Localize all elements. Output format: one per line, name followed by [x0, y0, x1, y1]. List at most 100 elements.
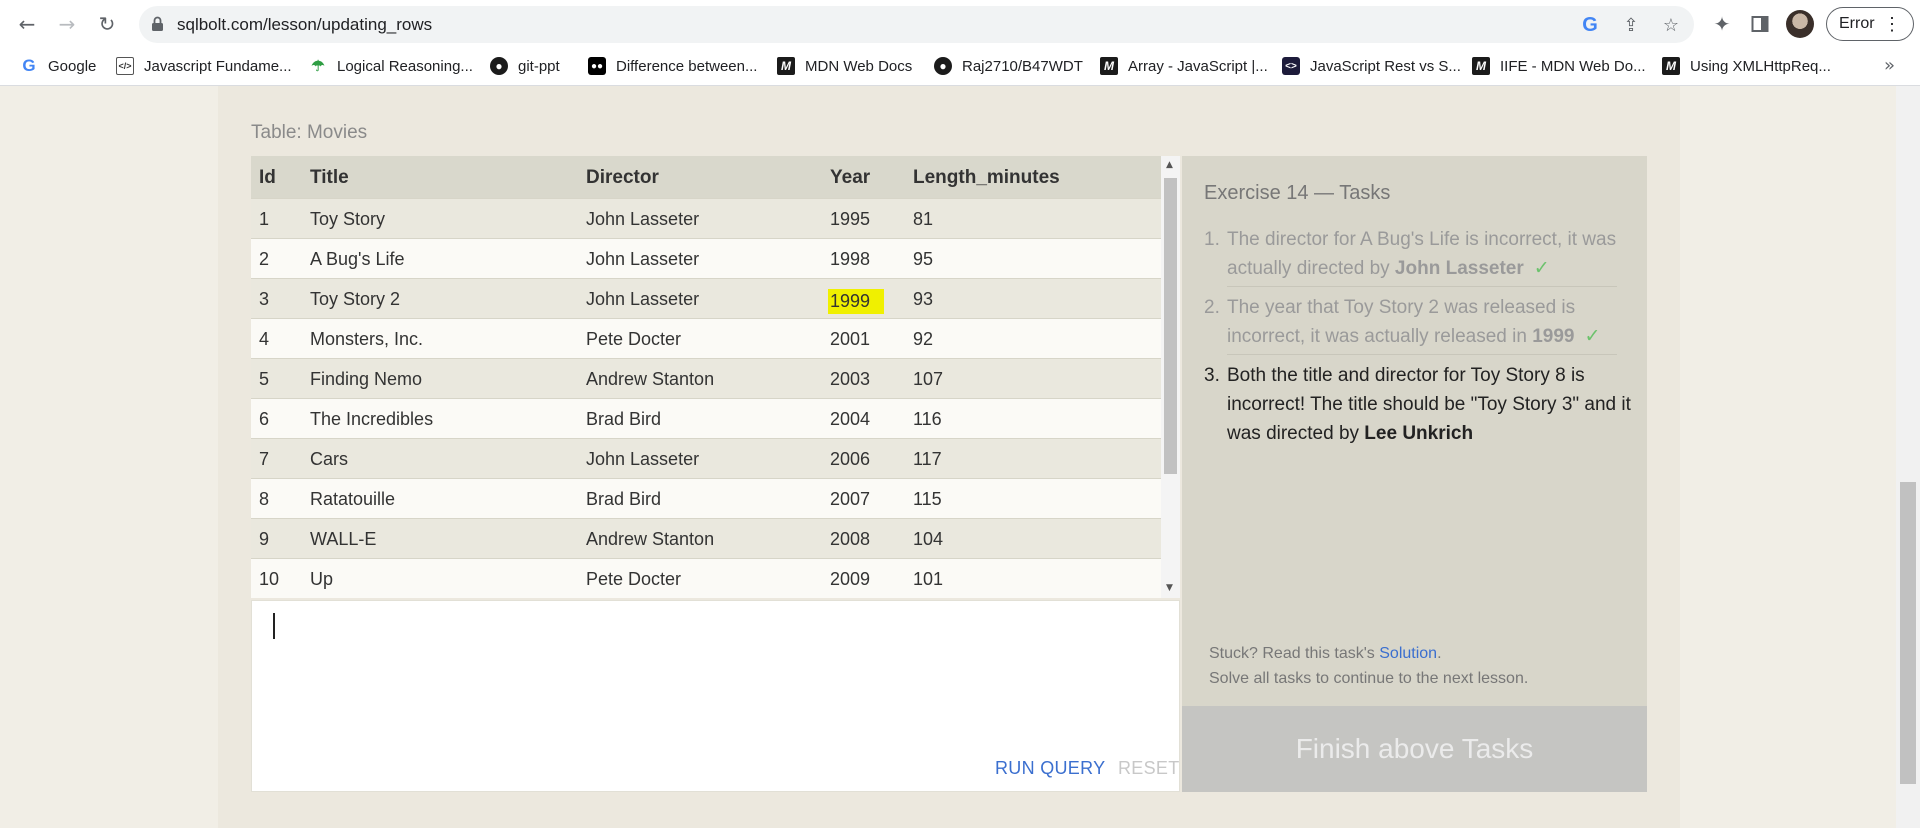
bookmark-mdn-web-docs[interactable]: M MDN Web Docs [777, 57, 912, 75]
bookmark-javascript-rest[interactable]: <> JavaScript Rest vs S... [1282, 57, 1461, 75]
share-icon[interactable]: ⇪ [1620, 14, 1642, 36]
bookmark-iife-mdn[interactable]: M IIFE - MDN Web Do... [1472, 57, 1646, 75]
cell-length: 117 [913, 449, 942, 469]
browser-toolbar: ← → ↻ sqlbolt.com/lesson/updating_rows G… [0, 0, 1920, 49]
cell-id: 9 [259, 529, 270, 549]
stuck-help: Stuck? Read this task's Solution. Solve … [1209, 641, 1528, 691]
table-row: 4 Monsters, Inc. Pete Docter 2001 92 [251, 318, 1161, 358]
column-header-year: Year [830, 167, 871, 188]
table-row: 3 Toy Story 2 John Lasseter 1999 93 [251, 278, 1161, 318]
bookmark-using-xmlhttprequest[interactable]: M Using XMLHttpReq... [1662, 57, 1831, 75]
task-answer: 1999 [1532, 326, 1575, 347]
bookmark-git-ppt[interactable]: ● git-ppt [490, 57, 560, 75]
task-number: 2. [1204, 297, 1220, 318]
check-icon: ✓ [1584, 326, 1601, 347]
address-bar[interactable]: sqlbolt.com/lesson/updating_rows G ⇪ ☆ [139, 6, 1694, 43]
cell-title: Monsters, Inc. [310, 329, 424, 349]
extensions-icon[interactable]: ✦ [1710, 12, 1734, 36]
movies-table: Id Title Director Year Length_minutes 1 … [251, 156, 1161, 598]
solve-note: Solve all tasks to continue to the next … [1209, 670, 1529, 687]
bookmark-array-javascript[interactable]: M Array - JavaScript |... [1100, 57, 1268, 75]
lock-icon[interactable] [151, 16, 164, 32]
cell-id: 10 [259, 569, 280, 589]
medium-icon: ●● [588, 57, 606, 75]
cell-length: 104 [913, 529, 944, 549]
cell-year: 2001 [830, 329, 871, 349]
side-panel-icon[interactable] [1748, 12, 1772, 36]
table-row: 7 Cars John Lasseter 2006 117 [251, 438, 1161, 478]
google-icon[interactable]: G [1579, 14, 1601, 36]
bookmark-difference-between[interactable]: ●● Difference between... [588, 57, 757, 75]
cell-id: 3 [259, 289, 270, 309]
bookmark-label: git-ppt [518, 57, 560, 75]
cell-title: Ratatouille [310, 489, 396, 509]
task-item-2: 2. The year that Toy Story 2 was release… [1204, 293, 1634, 351]
divider [1227, 354, 1617, 355]
cell-director: Pete Docter [586, 329, 682, 349]
scroll-down-arrow-icon[interactable]: ▼ [1166, 583, 1173, 593]
table-row: 6 The Incredibles Brad Bird 2004 116 [251, 398, 1161, 438]
cell-year: 1998 [830, 249, 871, 269]
bookmark-label: Google [48, 57, 97, 75]
page-scrollbar-thumb[interactable] [1900, 482, 1916, 784]
cell-director: Pete Docter [586, 569, 682, 589]
bookmark-label: MDN Web Docs [805, 57, 913, 75]
reload-icon[interactable]: ↻ [91, 8, 123, 40]
task-number: 3. [1204, 365, 1220, 386]
profile-error-button[interactable]: Error ⋮ [1826, 7, 1914, 41]
umbrella-icon: ☂ [311, 58, 325, 75]
solution-link[interactable]: Solution [1379, 645, 1437, 662]
cell-year: 2004 [830, 409, 871, 429]
cell-id: 1 [259, 209, 270, 229]
sql-query-editor[interactable]: RUN QUERY RESET [251, 600, 1180, 792]
bookmark-google[interactable]: G Google [20, 56, 97, 75]
cell-length: 116 [913, 409, 942, 429]
cell-year: 2007 [830, 489, 871, 509]
back-arrow-icon[interactable]: ← [11, 8, 43, 40]
cell-length: 101 [913, 569, 944, 589]
bookmark-raj2710[interactable]: ● Raj2710/B47WDT [934, 57, 1083, 75]
cell-length: 81 [913, 209, 934, 229]
cell-length: 93 [913, 289, 934, 309]
reset-button[interactable]: RESET [1118, 758, 1180, 779]
task-text: The year that Toy Story 2 was released i… [1227, 297, 1576, 347]
task-answer: John Lasseter [1394, 258, 1524, 279]
url-text[interactable]: sqlbolt.com/lesson/updating_rows [177, 15, 432, 35]
cell-title: Finding Nemo [310, 369, 423, 389]
table-scrollbar[interactable]: ▲ ▼ [1161, 156, 1180, 598]
bookmark-logical-reasoning[interactable]: ☂ Logical Reasoning... [309, 57, 473, 76]
star-icon[interactable]: ☆ [1660, 14, 1682, 36]
run-query-button[interactable]: RUN QUERY [995, 758, 1105, 779]
code-icon: </> [116, 57, 134, 75]
finish-tasks-button[interactable]: Finish above Tasks [1182, 706, 1647, 792]
table-row: 2 A Bug's Life John Lasseter 1998 95 [251, 238, 1161, 278]
page-scrollbar[interactable] [1896, 86, 1920, 828]
cell-id: 4 [259, 329, 270, 349]
cell-year: 2008 [830, 529, 871, 549]
column-header-length: Length_minutes [913, 167, 1060, 188]
bookmark-label: Logical Reasoning... [337, 57, 473, 75]
cell-id: 6 [259, 409, 270, 429]
more-vert-icon[interactable]: ⋮ [1883, 14, 1901, 35]
bookmark-javascript-fundamentals[interactable]: </> Javascript Fundame... [116, 57, 292, 75]
github-icon: ● [934, 57, 952, 75]
forward-arrow-icon[interactable]: → [51, 8, 83, 40]
avatar[interactable] [1786, 10, 1814, 38]
chevron-right-icon[interactable]: » [1884, 55, 1895, 76]
cell-director: John Lasseter [586, 209, 700, 229]
bookmark-label: IIFE - MDN Web Do... [1500, 57, 1646, 75]
mdn-icon: M [1100, 57, 1118, 75]
cell-year: 2003 [830, 369, 871, 389]
table-scrollbar-thumb[interactable] [1164, 178, 1177, 474]
cell-title: The Incredibles [310, 409, 434, 429]
bookmark-label: Difference between... [616, 57, 758, 75]
cell-director: Brad Bird [586, 489, 662, 509]
cell-title: A Bug's Life [310, 249, 405, 269]
column-header-title: Title [310, 167, 349, 188]
bookmark-label: Javascript Fundame... [144, 57, 292, 75]
table-header: Id Title Director Year Length_minutes [251, 156, 1161, 198]
table-row: 1 Toy Story John Lasseter 1995 81 [251, 198, 1161, 238]
table-row: 5 Finding Nemo Andrew Stanton 2003 107 [251, 358, 1161, 398]
scroll-up-arrow-icon[interactable]: ▲ [1166, 160, 1173, 170]
cell-id: 5 [259, 369, 270, 389]
